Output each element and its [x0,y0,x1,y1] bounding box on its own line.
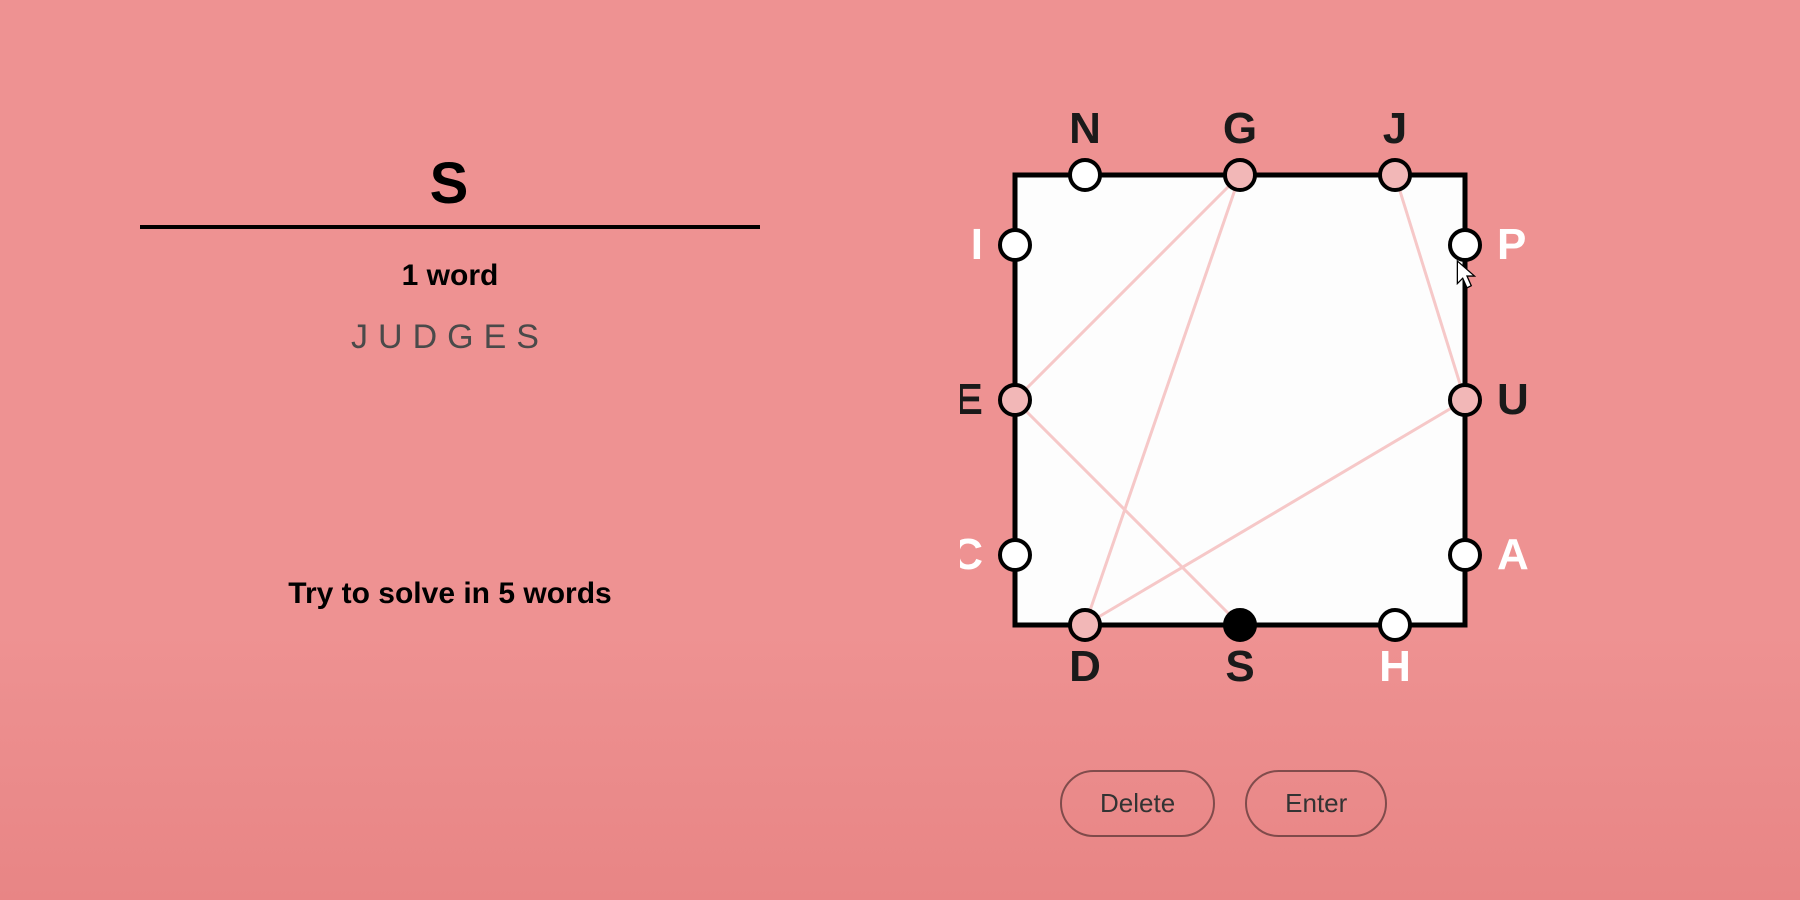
letter-dot-d[interactable]: D [1069,610,1101,691]
letter-label: P [1497,220,1526,269]
letter-label: H [1379,642,1411,691]
letter-label: E [960,375,983,424]
button-row: Delete Enter [1060,770,1387,837]
letter-dot-n[interactable]: N [1069,104,1101,190]
letter-label: S [1225,642,1254,691]
letter-label: D [1069,642,1101,691]
letter-label: A [1497,530,1529,579]
input-panel: S 1 word JUDGES Try to solve in 5 words [140,150,760,611]
input-underline [140,225,760,229]
letter-dot-j[interactable]: J [1380,104,1410,190]
letter-label: G [1223,104,1257,153]
word-count: 1 word [140,259,760,293]
game-board: N G J D S H I E C P U A [960,90,1560,715]
delete-button[interactable]: Delete [1060,770,1215,837]
letter-label: U [1497,375,1529,424]
enter-button[interactable]: Enter [1245,770,1387,837]
letter-label: I [971,220,983,269]
letter-label: N [1069,104,1101,153]
current-input: S [140,150,760,217]
letter-dot-s[interactable]: S [1225,610,1255,691]
letter-dot-g[interactable]: G [1223,104,1257,190]
hint-text: Try to solve in 5 words [140,577,760,611]
letter-label: J [1383,104,1407,153]
letter-label: C [960,530,983,579]
letter-dot-h[interactable]: H [1379,610,1411,691]
found-word: JUDGES [140,318,760,357]
